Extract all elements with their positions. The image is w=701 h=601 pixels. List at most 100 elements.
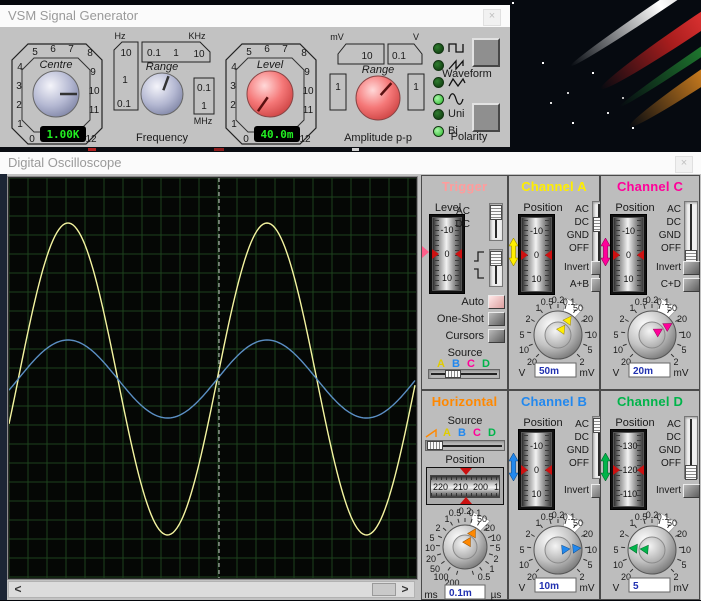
cursors-button[interactable]	[488, 329, 505, 343]
polarity-button[interactable]	[472, 103, 500, 132]
channel-a-position-arrow[interactable]	[509, 238, 518, 266]
channel-d-coupling-switch[interactable]	[684, 416, 698, 479]
level-label: Level	[257, 59, 284, 71]
channel-c-sum-button[interactable]	[683, 278, 700, 292]
amplitude-range-knob[interactable]	[356, 76, 400, 120]
channel-d-gain-knob[interactable]: 0.5 0.2 0.1 1 2 5 10 20 50 20 10 5 2 5 V	[604, 510, 693, 598]
amplitude-range-label: Range	[362, 64, 394, 76]
slider-thumb[interactable]	[445, 370, 461, 378]
close-icon[interactable]: ×	[675, 156, 693, 173]
level-knob[interactable]	[247, 71, 293, 117]
svg-text:2: 2	[230, 100, 236, 111]
horizontal-source-slider[interactable]	[425, 440, 505, 451]
scrollbar-thumb[interactable]	[372, 583, 396, 596]
svg-text:5: 5	[519, 330, 524, 340]
channel-c-coupling-switch[interactable]	[684, 201, 698, 264]
svg-text:10: 10	[425, 543, 435, 553]
channel-c-invert-button[interactable]	[683, 261, 700, 275]
channel-b-gain-knob[interactable]: 0.5 0.2 0.1 1 2 5 10 20 50 20 10 5 2 10m	[510, 510, 599, 598]
tape-marker-left	[521, 250, 528, 260]
close-icon[interactable]: ×	[483, 9, 501, 26]
svg-text:9: 9	[304, 67, 310, 78]
svg-text:2: 2	[525, 529, 530, 539]
channel-d-invert-button[interactable]	[683, 484, 700, 498]
volts-unit: V	[519, 583, 526, 594]
channel-d-position-arrow[interactable]	[601, 453, 610, 481]
svg-text:50: 50	[667, 303, 677, 313]
frequency-range-group[interactable]: Hz KHz 10 1 0.1 0.1 1 10 Range 0.1 1 MHz…	[104, 30, 220, 146]
svg-text:4: 4	[231, 62, 237, 73]
svg-text:0: 0	[243, 134, 249, 145]
scrollbar-left-arrow[interactable]: <	[11, 582, 25, 597]
svg-text:8: 8	[301, 48, 307, 59]
svg-text:5: 5	[613, 330, 618, 340]
horizontal-position-tape[interactable]: 220 210 200 19	[426, 467, 504, 505]
slider-thumb[interactable]	[427, 441, 443, 450]
trigger-coupling-switch[interactable]	[489, 203, 503, 241]
volts-unit: V	[613, 368, 620, 379]
level-dial[interactable]: Level 0 1 2 3 4 5 6 7 8 9 10 11 12 40.0m	[222, 30, 318, 146]
tape-value: 19	[494, 482, 500, 492]
svg-text:1: 1	[173, 48, 179, 59]
svg-text:10: 10	[302, 86, 314, 97]
one-shot-button[interactable]	[488, 312, 505, 326]
svg-text:20: 20	[677, 314, 687, 324]
svg-text:5: 5	[681, 560, 686, 570]
switch-handle[interactable]	[685, 465, 697, 480]
switch-handle[interactable]	[490, 251, 502, 266]
channel-b-value: 10m	[539, 581, 559, 592]
waveform-button[interactable]	[472, 38, 500, 67]
mv-label: mV	[330, 32, 344, 42]
channel-c-gain-knob[interactable]: 0.5 0.2 0.1 1 2 5 10 20 50 20 10 5 2 20m	[604, 295, 693, 383]
trigger-title: Trigger	[422, 179, 507, 194]
coupling-dc-label: DC	[639, 217, 681, 228]
svg-text:10: 10	[88, 86, 100, 97]
channel-c-position-arrow[interactable]	[601, 238, 610, 266]
coupling-gnd-label: GND	[547, 230, 589, 241]
svg-text:7: 7	[282, 44, 288, 55]
trigger-source-slider[interactable]	[428, 369, 500, 379]
scrollbar-right-arrow[interactable]: >	[398, 582, 412, 597]
frequency-range-label: Range	[146, 61, 178, 73]
oscilloscope-titlebar[interactable]: Digital Oscilloscope	[0, 152, 701, 174]
frequency-range-knob[interactable]	[141, 73, 183, 115]
coupling-off-label: OFF	[639, 243, 681, 254]
trigger-level-arrow[interactable]	[422, 246, 429, 258]
channel-b-position-arrow[interactable]	[509, 453, 518, 481]
auto-label: Auto	[440, 296, 484, 308]
display-scrollbar[interactable]: < >	[8, 581, 415, 598]
svg-text:50: 50	[573, 518, 583, 528]
us-unit: µs	[491, 590, 502, 601]
auto-button[interactable]	[488, 295, 505, 309]
amp-v-top-value: 0.1	[392, 51, 406, 62]
svg-text:3: 3	[230, 81, 236, 92]
svg-text:7: 7	[68, 44, 74, 55]
timebase-knob[interactable]: 0.5 0.2 0.1 1 2 5 10 20 50 100 200 50 20…	[422, 505, 508, 601]
centre-dial[interactable]: Centre 0 1 2 3 4 5 6 7 8 9 10 11 12 1.00…	[8, 30, 104, 146]
tape-ticks	[431, 477, 499, 480]
mhz-label: MHz	[194, 116, 213, 126]
channel-a-gain-knob[interactable]: 0.5 0.2 0.1 1 2 5 10 20 50 20 10 5 2 50m	[510, 295, 599, 383]
waveform-led-square	[433, 43, 444, 54]
trigger-edge-switch[interactable]	[489, 249, 503, 287]
source-letter-c: C	[471, 427, 483, 439]
switch-handle[interactable]	[490, 205, 502, 220]
svg-text:20: 20	[583, 314, 593, 324]
amplitude-range-group[interactable]: mV V 10 0.1 1 1 Range Amplitude p-p	[326, 30, 428, 146]
waveform-button-label: Waveform	[430, 68, 504, 80]
svg-text:1: 1	[629, 518, 634, 528]
v-label: V	[413, 32, 419, 42]
tape-marker-left	[613, 465, 620, 475]
svg-text:10: 10	[681, 545, 691, 555]
hz-column: 10 1 0.1	[117, 48, 132, 110]
invert-label: Invert	[545, 485, 589, 496]
svg-text:0: 0	[29, 134, 35, 145]
svg-text:2: 2	[435, 523, 440, 533]
svg-text:12: 12	[299, 134, 311, 145]
svg-text:10: 10	[613, 345, 623, 355]
svg-text:1: 1	[629, 303, 634, 313]
signal-generator-titlebar[interactable]: VSM Signal Generator	[0, 5, 510, 27]
cursors-label: Cursors	[430, 330, 484, 342]
mhz-column: 0.1 1	[197, 83, 211, 112]
coupling-ac-label: AC	[639, 419, 681, 430]
